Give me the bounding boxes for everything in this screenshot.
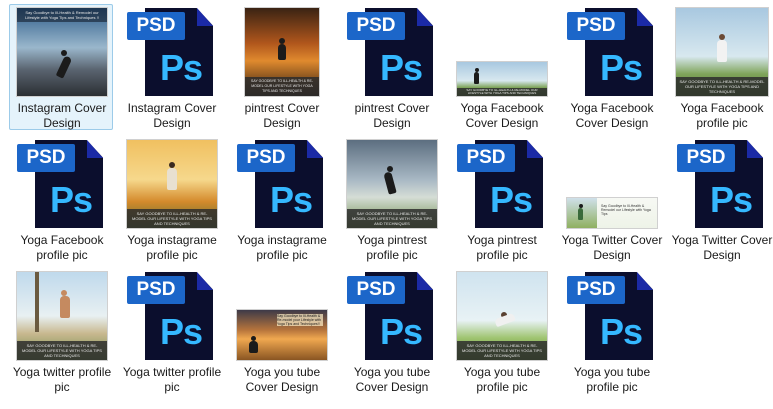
file-item-facebook-cover-psd[interactable]: PSD Ps Yoga Facebook Cover Design — [559, 4, 663, 130]
file-label: Yoga instagrame profile pic — [237, 233, 327, 262]
file-label: Yoga pintrest profile pic — [467, 233, 537, 262]
psd-file-icon: PSD Ps — [127, 8, 217, 96]
psd-file-icon: PSD Ps — [347, 272, 437, 360]
psd-file-icon: PSD Ps — [237, 140, 327, 228]
file-label: Yoga Facebook profile pic — [680, 101, 764, 130]
yoga-facebook-cover-thumbnail: SAY GOODBYE TO ILL-HEALTH & RE-MODEL OUR… — [457, 62, 547, 96]
file-item-twitter-profile-image[interactable]: SAY GOODBYE TO ILL-HEALTH & RE-MODEL OUR… — [9, 268, 113, 394]
file-item-facebook-profile-psd[interactable]: PSD Ps Yoga Facebook profile pic — [9, 136, 113, 262]
yoga-instagrame-profile-thumbnail: SAY GOODBYE TO ILL-HEALTH & RE-MODEL OUR… — [127, 140, 217, 228]
file-label: Yoga you tube Cover Design — [243, 365, 321, 394]
file-label: Yoga Facebook Cover Design — [460, 101, 544, 130]
file-label: Yoga twitter profile pic — [12, 365, 112, 394]
file-label: Yoga Facebook profile pic — [20, 233, 104, 262]
file-item-instagram-cover-psd[interactable]: PSD Ps Instagram Cover Design — [119, 4, 223, 130]
file-item-pintrest-cover-image[interactable]: SAY GOODBYE TO ILL-HEALTH & RE-MODEL OUR… — [229, 4, 333, 130]
file-item-twitter-profile-psd[interactable]: PSD Ps Yoga twitter profile pic — [119, 268, 223, 394]
psd-file-icon: PSD Ps — [457, 140, 547, 228]
file-label: Yoga Facebook Cover Design — [570, 101, 654, 130]
file-label: pintrest Cover Design — [244, 101, 320, 130]
file-item-facebook-profile-image[interactable]: SAY GOODBYE TO ILL-HEALTH & RE-MODEL OUR… — [669, 4, 773, 130]
file-item-instagram-cover-image[interactable]: Say Goodbye to Ill-Health & Remodel our … — [9, 4, 113, 130]
file-item-twitter-cover-psd[interactable]: PSD Ps Yoga Twitter Cover Design — [669, 136, 773, 262]
file-label: Instagram Cover Design — [127, 101, 217, 130]
file-label: Yoga you tube Cover Design — [353, 365, 431, 394]
psd-file-icon: PSD Ps — [17, 140, 107, 228]
psd-file-icon: PSD Ps — [677, 140, 767, 228]
file-item-instagrame-profile-image[interactable]: SAY GOODBYE TO ILL-HEALTH & RE-MODEL OUR… — [119, 136, 223, 262]
file-label: Yoga Twitter Cover Design — [671, 233, 773, 262]
file-item-pintrest-cover-psd[interactable]: PSD Ps pintrest Cover Design — [339, 4, 443, 130]
file-item-twitter-cover-image[interactable]: Say Goodbye to Ill-Health & Remodel our … — [559, 136, 663, 262]
file-item-youtube-cover-image[interactable]: Say Goodbye to Ill-Health & Re-model you… — [229, 268, 333, 394]
file-item-instagrame-profile-psd[interactable]: PSD Ps Yoga instagrame profile pic — [229, 136, 333, 262]
yoga-twitter-cover-thumbnail: Say Goodbye to Ill-Health & Remodel our … — [567, 198, 657, 228]
file-label: Yoga twitter profile pic — [122, 365, 222, 394]
file-item-youtube-profile-image[interactable]: SAY GOODBYE TO ILL-HEALTH & RE-MODEL OUR… — [449, 268, 553, 394]
file-label: Yoga you tube profile pic — [573, 365, 651, 394]
psd-file-icon: PSD Ps — [567, 8, 657, 96]
file-label: Yoga pintrest profile pic — [357, 233, 427, 262]
yoga-pintrest-cover-thumbnail: SAY GOODBYE TO ILL-HEALTH & RE-MODEL OUR… — [245, 8, 319, 96]
file-label: pintrest Cover Design — [354, 101, 430, 130]
file-item-pintrest-profile-psd[interactable]: PSD Ps Yoga pintrest profile pic — [449, 136, 553, 262]
file-label: Yoga you tube profile pic — [463, 365, 541, 394]
psd-file-icon: PSD Ps — [567, 272, 657, 360]
yoga-pintrest-profile-thumbnail: SAY GOODBYE TO ILL-HEALTH & RE-MODEL OUR… — [347, 140, 437, 228]
yoga-instagram-cover-thumbnail: Say Goodbye to Ill-Health & Remodel our … — [17, 8, 107, 96]
yoga-youtube-profile-thumbnail: SAY GOODBYE TO ILL-HEALTH & RE-MODEL OUR… — [457, 272, 547, 360]
psd-file-icon: PSD Ps — [127, 272, 217, 360]
file-label: Instagram Cover Design — [17, 101, 107, 130]
yoga-facebook-profile-thumbnail: SAY GOODBYE TO ILL-HEALTH & RE-MODEL OUR… — [676, 8, 768, 96]
file-item-pintrest-profile-image[interactable]: SAY GOODBYE TO ILL-HEALTH & RE-MODEL OUR… — [339, 136, 443, 262]
file-label: Yoga Twitter Cover Design — [561, 233, 663, 262]
psd-file-icon: PSD Ps — [347, 8, 437, 96]
file-item-facebook-cover-image[interactable]: SAY GOODBYE TO ILL-HEALTH & RE-MODEL OUR… — [449, 4, 553, 130]
file-item-youtube-cover-psd[interactable]: PSD Ps Yoga you tube Cover Design — [339, 268, 443, 394]
file-label: Yoga instagrame profile pic — [127, 233, 217, 262]
yoga-youtube-cover-thumbnail: Say Goodbye to Ill-Health & Re-model you… — [237, 310, 327, 360]
yoga-twitter-profile-thumbnail: SAY GOODBYE TO ILL-HEALTH & RE-MODEL OUR… — [17, 272, 107, 360]
file-grid: Say Goodbye to Ill-Health & Remodel our … — [0, 0, 773, 409]
file-item-youtube-profile-psd[interactable]: PSD Ps Yoga you tube profile pic — [559, 268, 663, 394]
